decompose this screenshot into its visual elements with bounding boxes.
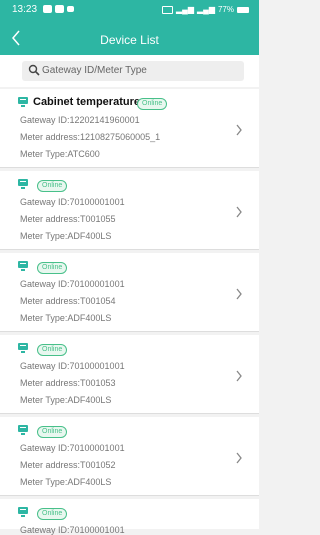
gateway-id: Gateway ID:70100001001 — [20, 525, 125, 535]
meter-address: Meter address:12108275060005_1 — [20, 132, 161, 142]
meter-address: Meter address:T001052 — [20, 460, 116, 470]
device-card[interactable]: Online Gateway ID:70100001001 Meter addr… — [0, 171, 259, 250]
meter-type: Meter Type:ADF400LS — [20, 395, 112, 405]
chevron-right-icon — [235, 205, 243, 218]
chevron-right-icon — [235, 287, 243, 300]
status-badge: Online — [137, 98, 168, 110]
meter-address: Meter address:T001055 — [20, 214, 116, 224]
status-badge: Online — [37, 344, 68, 356]
notification-icon — [43, 5, 52, 13]
search-input[interactable] — [42, 62, 237, 79]
gateway-id: Gateway ID:70100001001 — [20, 443, 125, 453]
device-card[interactable]: Online Gateway ID:70100001001 Meter addr… — [0, 417, 259, 496]
device-icon — [18, 179, 28, 189]
battery-icon — [237, 6, 249, 13]
status-badge: Online — [37, 262, 68, 274]
notification-icons — [43, 5, 74, 13]
device-icon — [18, 507, 28, 517]
chevron-right-icon — [235, 123, 243, 136]
meter-type: Meter Type:ADF400LS — [20, 313, 112, 323]
device-card[interactable]: Online Gateway ID:70100001001 — [0, 499, 259, 535]
search-box[interactable] — [22, 61, 244, 81]
meter-address: Meter address:T001054 — [20, 296, 116, 306]
status-badge: Online — [37, 180, 68, 192]
device-card[interactable]: Cabinet temperature Online Gateway ID:12… — [0, 89, 259, 168]
device-card[interactable]: Online Gateway ID:70100001001 Meter addr… — [0, 253, 259, 332]
device-icon — [18, 425, 28, 435]
page-title: Device List — [100, 33, 159, 47]
meter-type: Meter Type:ATC600 — [20, 149, 100, 159]
search-icon — [28, 64, 40, 76]
device-name: Cabinet temperature — [33, 96, 140, 108]
meter-type: Meter Type:ADF400LS — [20, 477, 112, 487]
device-icon — [18, 261, 28, 271]
app-header: 13:23 ▂▄▆ ▂▄▆ 77% Device List — [0, 0, 259, 55]
device-icon — [18, 97, 28, 107]
signal-icon: ▂▄▆ — [176, 5, 194, 14]
device-card[interactable]: Online Gateway ID:70100001001 Meter addr… — [0, 335, 259, 414]
chevron-right-icon — [235, 369, 243, 382]
status-badge: Online — [37, 426, 68, 438]
battery-level: 77% — [217, 5, 234, 14]
status-bar: 13:23 ▂▄▆ ▂▄▆ 77% — [0, 0, 259, 22]
gateway-id: Gateway ID:70100001001 — [20, 197, 125, 207]
system-icons: ▂▄▆ ▂▄▆ 77% — [162, 5, 249, 14]
chevron-right-icon — [235, 451, 243, 464]
cast-icon — [162, 5, 174, 14]
device-icon — [18, 343, 28, 353]
signal-icon-2: ▂▄▆ — [197, 5, 215, 14]
cloud-icon — [67, 6, 74, 12]
gateway-id: Gateway ID:70100001001 — [20, 279, 125, 289]
status-time: 13:23 — [12, 4, 38, 15]
meter-address: Meter address:T001053 — [20, 378, 116, 388]
search-bar — [0, 55, 259, 87]
message-icon — [55, 5, 64, 13]
meter-type: Meter Type:ADF400LS — [20, 231, 112, 241]
gateway-id: Gateway ID:12202141960001 — [20, 115, 140, 125]
device-list: Cabinet temperature Online Gateway ID:12… — [0, 89, 259, 535]
gateway-id: Gateway ID:70100001001 — [20, 361, 125, 371]
